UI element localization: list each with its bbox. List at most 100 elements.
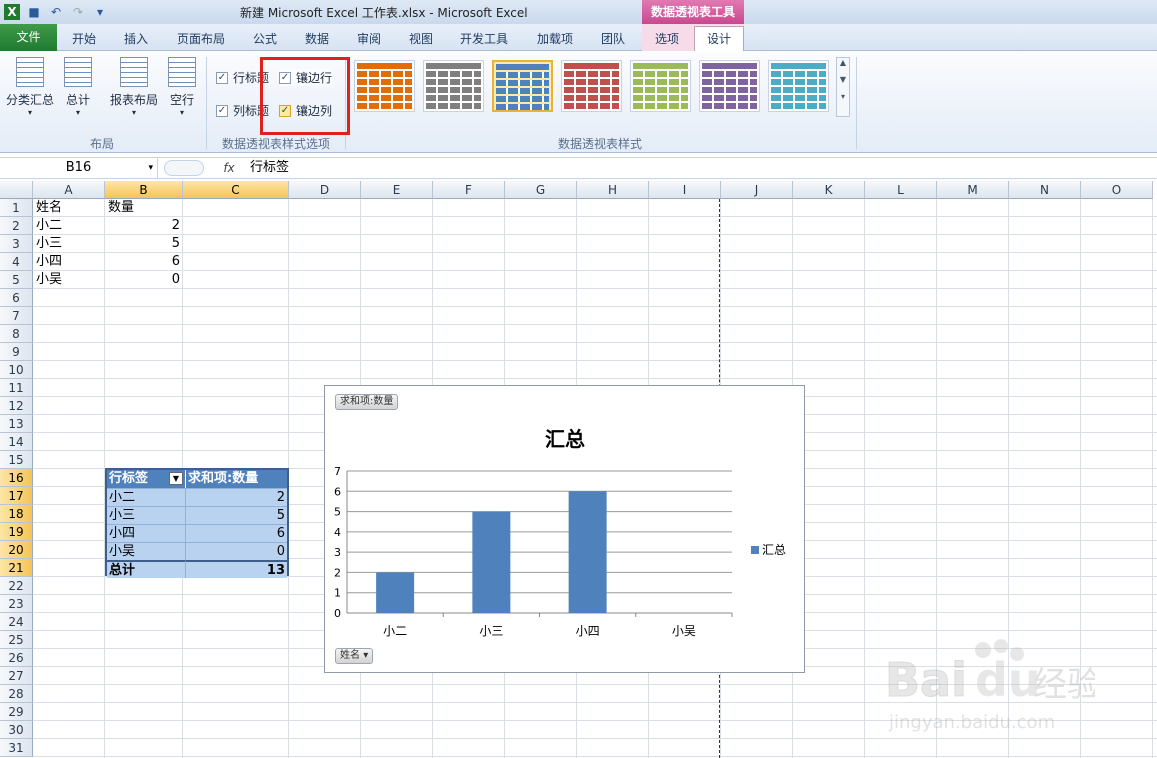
tab-data[interactable]: 数据 [305,30,329,47]
row-header-18[interactable]: 18 [0,505,33,523]
row-header-16[interactable]: 16 [0,469,33,487]
pivot-style-swatch[interactable] [630,60,691,112]
tab-home[interactable]: 开始 [72,30,96,47]
row-header-9[interactable]: 9 [0,343,33,361]
pivot-total-value[interactable]: 13 [185,560,287,578]
row-header-2[interactable]: 2 [0,217,33,235]
column-header-E[interactable]: E [361,181,433,199]
pivot-row-label[interactable]: 小四 [107,524,185,542]
cell-B4[interactable]: 6 [105,253,183,271]
row-header-1[interactable]: 1 [0,199,33,217]
tab-options[interactable]: 选项 [655,30,679,47]
row-header-27[interactable]: 27 [0,667,33,685]
report-layout-button[interactable]: 报表布局 ▾ [106,57,162,117]
row-header-13[interactable]: 13 [0,415,33,433]
row-header-20[interactable]: 20 [0,541,33,559]
column-header-G[interactable]: G [505,181,577,199]
pivot-row-label[interactable]: 小三 [107,506,185,524]
pivot-row-label[interactable]: 小吴 [107,542,185,560]
scroll-down-icon[interactable]: ▼ [837,75,849,84]
row-header-6[interactable]: 6 [0,289,33,307]
select-all-corner[interactable] [0,181,33,199]
row-header-24[interactable]: 24 [0,613,33,631]
row-header-14[interactable]: 14 [0,433,33,451]
row-header-25[interactable]: 25 [0,631,33,649]
column-header-F[interactable]: F [433,181,505,199]
row-header-31[interactable]: 31 [0,739,33,757]
pivot-style-swatch[interactable] [354,60,415,112]
cell-A4[interactable]: 小四 [33,253,105,271]
pivot-total-label[interactable]: 总计 [107,560,185,578]
column-header-C[interactable]: C [183,181,289,199]
pivot-style-swatch[interactable] [561,60,622,112]
tab-page-layout[interactable]: 页面布局 [177,30,225,47]
cell-B5[interactable]: 0 [105,271,183,289]
row-header-17[interactable]: 17 [0,487,33,505]
pivot-style-swatch[interactable] [699,60,760,112]
pivot-value-header[interactable]: 求和项:数量 [185,470,287,488]
row-header-28[interactable]: 28 [0,685,33,703]
pivot-style-swatch[interactable] [768,60,829,112]
tab-developer[interactable]: 开发工具 [460,30,508,47]
row-header-19[interactable]: 19 [0,523,33,541]
scroll-up-icon[interactable]: ▲ [837,58,849,67]
column-header-M[interactable]: M [937,181,1009,199]
chevron-down-icon[interactable]: ▾ [148,158,153,178]
row-header-11[interactable]: 11 [0,379,33,397]
column-header-I[interactable]: I [649,181,721,199]
column-header-N[interactable]: N [1009,181,1081,199]
column-header-J[interactable]: J [721,181,793,199]
formula-input[interactable]: 行标签 [250,158,289,178]
pivot-row-value[interactable]: 5 [185,506,287,524]
row-header-30[interactable]: 30 [0,721,33,739]
column-header-A[interactable]: A [33,181,105,199]
column-header-L[interactable]: L [865,181,937,199]
column-header-K[interactable]: K [793,181,865,199]
insert-function-icon[interactable]: fx [218,158,240,178]
save-icon[interactable]: ■ [26,4,42,20]
tab-addins[interactable]: 加载项 [537,30,573,47]
pivot-style-swatch[interactable] [423,60,484,112]
pivot-style-swatch[interactable] [492,60,553,112]
redo-icon[interactable]: ↷ [70,4,86,20]
style-gallery-scroll[interactable]: ▲ ▼ ▾ [836,57,850,117]
filter-dropdown-icon[interactable]: ▼ [169,472,183,485]
cell-B3[interactable]: 5 [105,235,183,253]
pivot-row-value[interactable]: 0 [185,542,287,560]
cell-B1[interactable]: 数量 [105,199,183,217]
column-header-D[interactable]: D [289,181,361,199]
formula-bar-resize-handle[interactable] [164,160,204,176]
more-styles-icon[interactable]: ▾ [837,92,849,101]
name-box[interactable]: B16 ▾ [0,158,158,178]
row-header-29[interactable]: 29 [0,703,33,721]
tab-formulas[interactable]: 公式 [253,30,277,47]
row-header-15[interactable]: 15 [0,451,33,469]
grand-totals-button[interactable]: 总计 ▾ [60,57,96,117]
tab-team[interactable]: 团队 [601,30,625,47]
row-header-22[interactable]: 22 [0,577,33,595]
undo-icon[interactable]: ↶ [48,4,64,20]
cell-A2[interactable]: 小二 [33,217,105,235]
pivot-row-label[interactable]: 小二 [107,488,185,506]
row-header-3[interactable]: 3 [0,235,33,253]
row-header-26[interactable]: 26 [0,649,33,667]
column-header-B[interactable]: B [105,181,183,199]
pivot-row-labels-header[interactable]: 行标签 ▼ [107,470,185,488]
cell-A3[interactable]: 小三 [33,235,105,253]
row-header-10[interactable]: 10 [0,361,33,379]
row-header-12[interactable]: 12 [0,397,33,415]
pivot-row-value[interactable]: 6 [185,524,287,542]
tab-review[interactable]: 审阅 [357,30,381,47]
tab-view[interactable]: 视图 [409,30,433,47]
row-header-8[interactable]: 8 [0,325,33,343]
row-header-4[interactable]: 4 [0,253,33,271]
row-header-21[interactable]: 21 [0,559,33,577]
cell-B2[interactable]: 2 [105,217,183,235]
tab-design[interactable]: 设计 [707,30,731,47]
pivot-chart[interactable]: 求和项:数量 姓名 ▾ 汇总 0 1 2 3 4 5 6 7 小二 小三 小四 小吴 汇总 [324,385,805,673]
row-header-7[interactable]: 7 [0,307,33,325]
row-header-5[interactable]: 5 [0,271,33,289]
tab-insert[interactable]: 插入 [124,30,148,47]
subtotals-button[interactable]: 分类汇总 ▾ [4,57,56,117]
blank-rows-button[interactable]: 空行 ▾ [164,57,200,117]
